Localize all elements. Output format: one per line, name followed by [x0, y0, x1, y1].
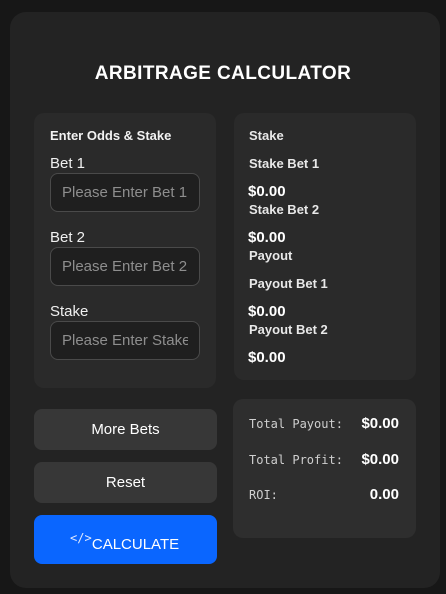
stake-label: Stake: [50, 303, 89, 320]
inputs-heading: Enter Odds & Stake: [50, 128, 172, 143]
payout-bet-2-label: Payout Bet 2: [249, 322, 328, 337]
page-title: ARBITRAGE CALCULATOR: [94, 63, 352, 84]
calculate-label: CALCULATE: [91, 536, 180, 553]
payout-heading: Payout: [249, 248, 293, 263]
bet-2-input[interactable]: [50, 247, 200, 286]
payout-bet-1-value: $0.00: [248, 303, 286, 320]
roi-label: ROI:: [249, 488, 278, 502]
total-profit-value: $0.00: [361, 451, 399, 468]
stake-input[interactable]: [50, 321, 200, 360]
total-payout-label: Total Payout:: [249, 417, 343, 431]
results-panel: [234, 113, 416, 380]
more-bets-button[interactable]: More Bets: [34, 409, 217, 450]
stake-bet-2-label: Stake Bet 2: [249, 202, 320, 217]
payout-bet-2-value: $0.00: [248, 349, 286, 366]
reset-button[interactable]: Reset: [34, 462, 217, 503]
roi-value: 0.00: [369, 486, 399, 503]
stake-bet-1-label: Stake Bet 1: [249, 156, 320, 171]
code-icon: </>: [70, 531, 92, 545]
stake-bet-2-value: $0.00: [248, 229, 286, 246]
stake-heading: Stake: [249, 128, 284, 143]
total-payout-value: $0.00: [361, 415, 399, 432]
bet-1-label: Bet 1: [50, 155, 86, 172]
bet-2-label: Bet 2: [50, 229, 86, 246]
payout-bet-1-label: Payout Bet 1: [249, 276, 328, 291]
stake-bet-1-value: $0.00: [248, 183, 286, 200]
bet-1-input[interactable]: [50, 173, 200, 212]
total-profit-label: Total Profit:: [249, 453, 343, 467]
calculate-button[interactable]: </> CALCULATE: [34, 515, 217, 564]
